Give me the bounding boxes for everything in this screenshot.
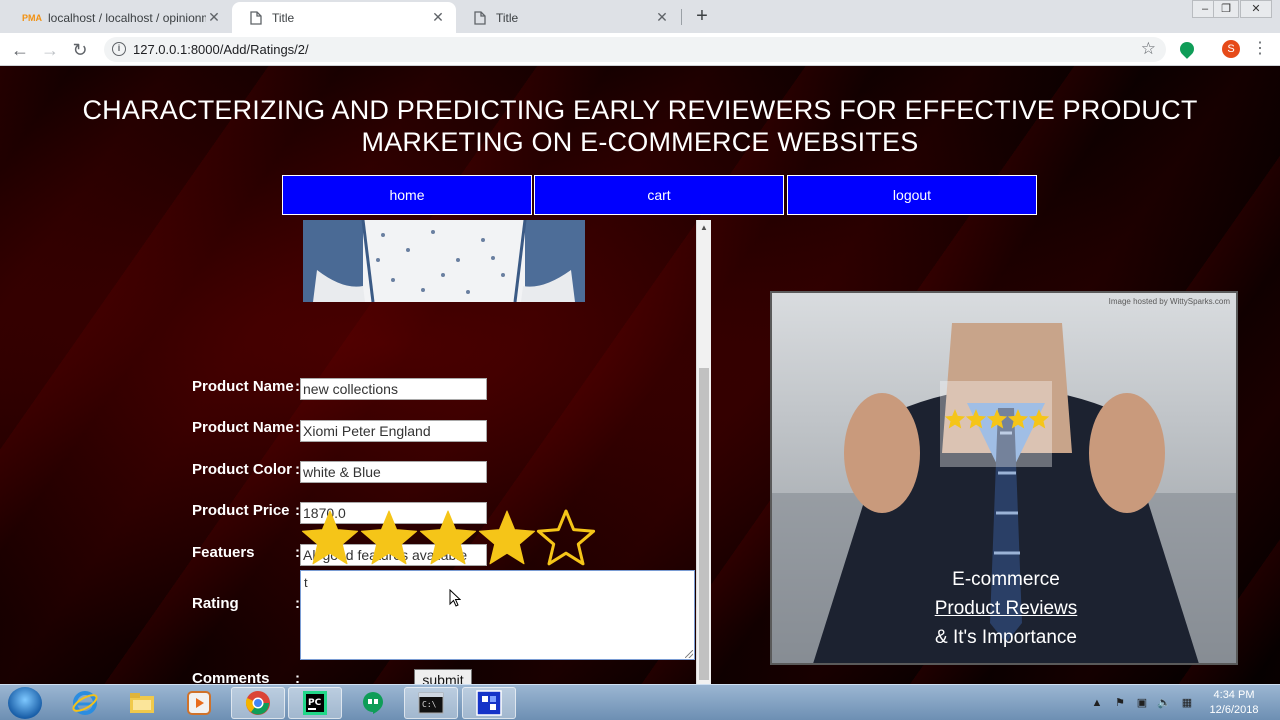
chrome-icon[interactable] [231,687,285,719]
nav-cart-button[interactable]: cart [534,175,784,215]
new-tab-button[interactable]: + [690,4,714,28]
promo-line-2: Product Reviews [934,598,1078,619]
promo-star-icon [965,409,987,429]
page-title: CHARACTERIZING AND PREDICTING EARLY REVI… [40,94,1240,158]
promo-star-icon [944,409,966,429]
promo-line-3: & It's Importance [935,627,1077,648]
tab-phpmyadmin[interactable]: PMA localhost / localhost / opinionmi ✕ [8,2,232,33]
device-icon[interactable]: ▣ [1135,696,1149,710]
clock-time: 4:34 PM [1213,689,1255,701]
browser-toolbar: ← → ↻ i 127.0.0.1:8000/Add/Ratings/2/ ☆ [0,33,1280,66]
tab-strip: PMA localhost / localhost / opinionmi ✕ … [0,0,1280,33]
promo-star-icon [1028,409,1050,429]
close-icon[interactable]: ✕ [430,9,446,26]
nav-logout-button[interactable]: logout [787,175,1037,215]
show-hidden-icons-arrow-icon[interactable]: ▲ [1090,696,1104,710]
scroll-up-arrow-icon[interactable]: ▲ [697,222,711,234]
promo-image: Image hosted by WittySparks.com E-commer… [770,291,1238,665]
colon: : [295,670,300,684]
image-credit: Image hosted by WittySparks.com [1108,297,1230,306]
rating-form-comments: Comments : t submit [160,220,696,684]
file-explorer-icon[interactable] [115,687,169,719]
internet-explorer-icon[interactable] [58,687,112,719]
hangouts-icon[interactable] [346,687,400,719]
bookmark-star-icon[interactable]: ☆ [1141,39,1156,59]
address-bar[interactable]: i 127.0.0.1:8000/Add/Ratings/2/ ☆ [104,37,1166,62]
volume-icon[interactable]: 🔈 [1157,696,1171,710]
network-icon[interactable]: ▦ [1180,696,1194,710]
page-title-line2: MARKETING ON E-COMMERCE WEBSITES [361,127,919,157]
clock-date: 12/6/2018 [1209,704,1259,716]
system-clock[interactable]: 4:34 PM 12/6/2018 [1200,688,1268,718]
promo-star-icon [986,409,1008,429]
promo-line-1: E-commerce [952,569,1060,590]
forward-arrow-icon[interactable]: → [38,38,62,62]
action-center-flag-icon[interactable]: ⚑ [1113,696,1127,710]
comments-label: Comments [192,670,270,684]
command-prompt-icon[interactable]: C:\ [404,687,458,719]
back-arrow-icon[interactable]: ← [8,38,32,62]
promo-star-icon [1007,409,1029,429]
taskbar: PC C:\ ▲ ⚑ ▣ 🔈 ▦ 4:34 PM 12/6/2018 [0,684,1280,720]
info-icon[interactable]: i [112,42,126,56]
document-icon [248,10,264,26]
svg-text:C:\: C:\ [422,700,437,709]
close-icon[interactable]: ✕ [206,9,222,26]
close-window-button[interactable]: ✕ [1240,0,1272,18]
tab-title-inactive[interactable]: Title ✕ [456,2,680,33]
menu-dots-icon[interactable]: ⋮ [1252,38,1268,60]
mouse-cursor-icon [449,588,462,607]
submit-button[interactable]: submit [414,669,472,684]
nav-home-button[interactable]: home [282,175,532,215]
pycharm-icon[interactable]: PC [288,687,342,719]
windows-start-icon[interactable] [8,687,42,719]
profile-avatar[interactable]: S [1222,40,1240,58]
restore-button[interactable]: ❐ [1213,0,1239,18]
comments-value: t [304,575,308,590]
promo-stars-icon [944,408,1050,432]
tab-title: Title [496,10,519,25]
tab-title: localhost / localhost / opinionmi [48,10,206,25]
resize-grip-icon[interactable] [685,650,693,658]
page-title-line1: CHARACTERIZING AND PREDICTING EARLY REVI… [82,95,1198,125]
tab-title: Title [272,10,295,25]
close-icon[interactable]: ✕ [654,9,670,26]
remote-app-icon[interactable] [462,687,516,719]
phpmyadmin-icon: PMA [22,12,42,23]
media-player-icon[interactable] [172,687,226,719]
url-text: 127.0.0.1:8000/Add/Ratings/2/ [133,42,309,57]
web-page: CHARACTERIZING AND PREDICTING EARLY REVI… [0,66,1280,684]
tab-title-active[interactable]: Title ✕ [232,2,456,33]
reload-icon[interactable]: ↻ [68,38,92,62]
document-icon [472,10,488,26]
svg-text:PC: PC [308,698,322,708]
tab-separator [681,9,682,25]
comments-textarea[interactable]: t [300,570,695,660]
form-scrollbar[interactable]: ▲ [696,220,711,684]
scroll-thumb[interactable] [699,368,709,680]
